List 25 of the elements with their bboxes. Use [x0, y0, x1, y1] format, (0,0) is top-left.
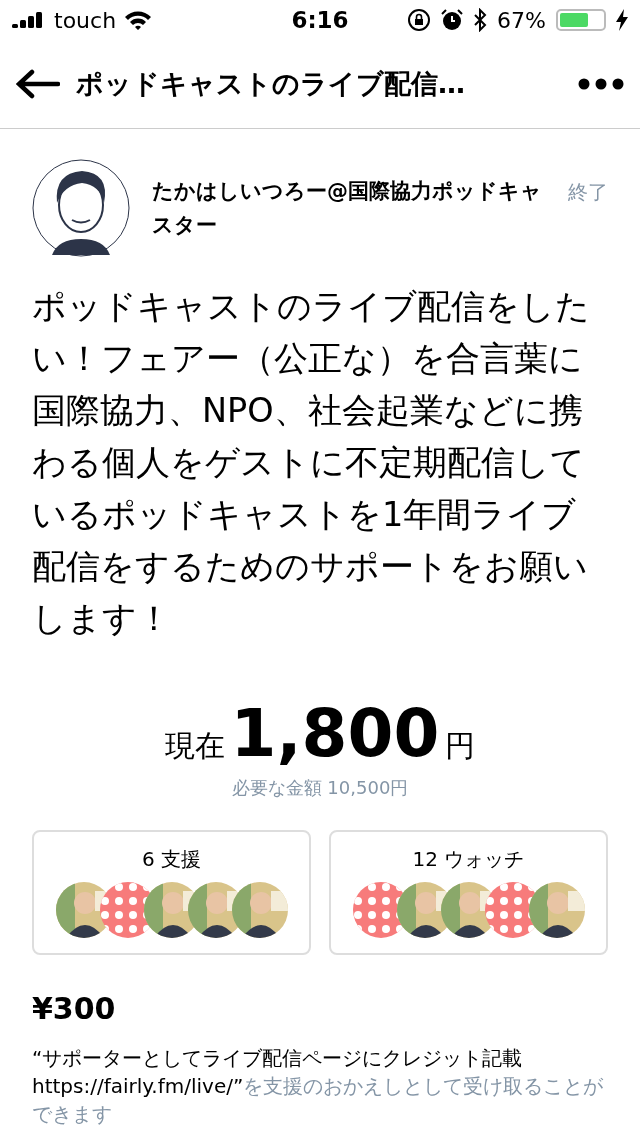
currency-unit: 円 [445, 727, 476, 765]
carrier-name: touch [54, 7, 117, 33]
stat-card[interactable]: 6 支援 [32, 830, 311, 955]
reward-price: ¥300 [32, 991, 117, 1026]
status-time: 6:16 [291, 7, 349, 33]
back-button[interactable] [16, 69, 60, 99]
charging-icon [616, 9, 628, 31]
project-status: 終了 [568, 179, 608, 206]
stat-label: 6 支援 [141, 846, 202, 873]
battery-icon [556, 9, 606, 31]
rotation-lock-icon [407, 8, 432, 32]
bluetooth-icon [473, 8, 488, 32]
wifi-icon [124, 10, 153, 30]
current-amount: 1,800 [230, 695, 440, 772]
goal-amount: 必要な金額 10,500円 [230, 776, 410, 800]
alarm-icon [441, 9, 464, 31]
stat-label: 12 ウォッチ [412, 846, 525, 873]
current-label: 現在 [164, 727, 225, 765]
reward-description: “サポーターとしてライブ配信ページにクレジット記載 https://fairly.fm/live/”を支援のおかえしとして受け取ることができます [32, 1045, 605, 1128]
page-title: ポッドキャストのライブ配信… [76, 67, 466, 101]
more-button[interactable] [578, 78, 624, 90]
battery-percent: 67% [497, 7, 546, 33]
creator-name[interactable]: たかはしいつろー@国際協力ポッドキャスター [152, 174, 546, 242]
stat-card[interactable]: 12 ウォッチ [329, 830, 608, 955]
project-headline: ポッドキャストのライブ配信をしたい！フェアー（公正な）を合言葉に国際協力、NPO、社会起業などに携わる個人をゲストに不定期配信しているポッドキャストを1年間ライブ配信をするためのサポートをお願いします！ [32, 286, 591, 640]
